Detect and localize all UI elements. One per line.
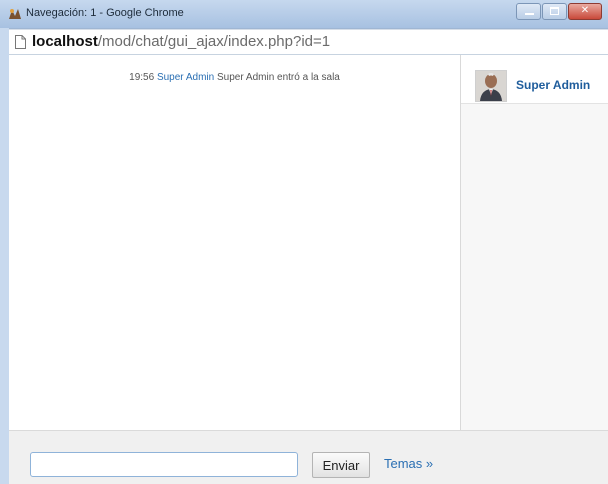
chat-message: 19:56 Super Admin Super Admin entró a la…: [9, 72, 460, 83]
minimize-icon: [525, 13, 534, 15]
minimize-button[interactable]: [516, 3, 541, 20]
url-host: localhost: [32, 33, 98, 50]
message-text: Super Admin entró a la sala: [217, 72, 340, 83]
close-icon: ✕: [580, 5, 590, 16]
user-list-item[interactable]: Super Admin: [461, 55, 608, 104]
page-icon: [15, 35, 26, 49]
maximize-button[interactable]: [542, 3, 567, 20]
window-controls: ✕: [515, 3, 602, 21]
close-button[interactable]: ✕: [568, 3, 602, 20]
window-left-edge: [0, 28, 9, 484]
window-title: Navegación: 1 - Google Chrome: [26, 7, 184, 19]
chat-messages-panel[interactable]: 19:56 Super Admin Super Admin entró a la…: [9, 55, 461, 430]
themes-link[interactable]: Temas »: [384, 456, 433, 471]
message-time: 19:56: [129, 72, 155, 83]
user-list-panel: Super Admin: [461, 55, 608, 430]
message-user-link[interactable]: Super Admin: [157, 72, 214, 83]
chrome-app-icon: [9, 9, 21, 19]
title-bar[interactable]: Navegación: 1 - Google Chrome ✕: [0, 0, 608, 29]
user-name-link[interactable]: Super Admin: [516, 78, 590, 92]
address-bar[interactable]: localhost/mod/chat/gui_ajax/index.php?id…: [9, 29, 608, 55]
url-path: /mod/chat/gui_ajax/index.php?id=1: [97, 33, 331, 50]
message-compose-bar: Enviar Temas »: [9, 430, 608, 484]
url-text[interactable]: localhost/mod/chat/gui_ajax/index.php?id…: [32, 33, 330, 50]
user-avatar-icon: [475, 70, 507, 102]
chat-page: 19:56 Super Admin Super Admin entró a la…: [9, 55, 608, 484]
browser-window: Navegación: 1 - Google Chrome ✕ localhos…: [0, 0, 608, 484]
send-button[interactable]: Enviar: [312, 452, 370, 478]
maximize-icon: [550, 7, 559, 15]
message-input[interactable]: [30, 452, 298, 477]
